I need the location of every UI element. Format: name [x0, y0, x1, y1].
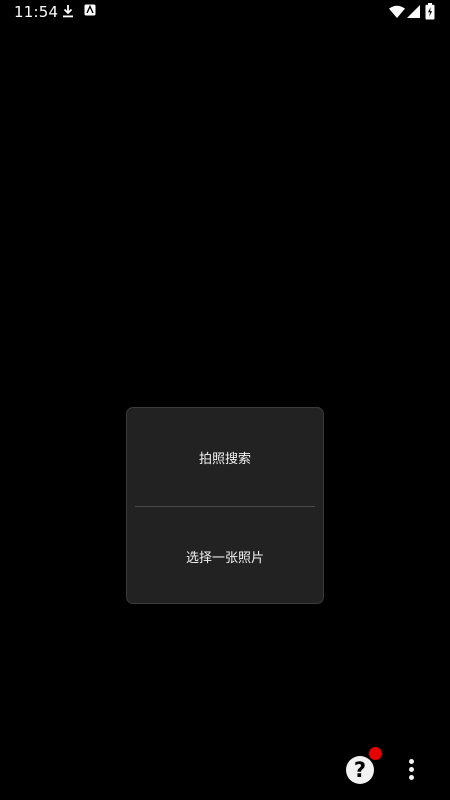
wifi-icon: [389, 5, 405, 18]
take-photo-search-option[interactable]: 拍照搜索: [127, 408, 323, 506]
more-vertical-icon: [409, 759, 414, 764]
photo-source-dialog: 拍照搜索 选择一张照片: [126, 407, 324, 604]
more-options-button[interactable]: [402, 756, 422, 784]
battery-charging-icon: [425, 3, 435, 20]
signal-icon: [407, 5, 420, 18]
download-icon: [63, 5, 73, 18]
more-dot: [409, 767, 414, 772]
notification-badge: [369, 747, 382, 760]
select-photo-option[interactable]: 选择一张照片: [127, 507, 323, 603]
help-button[interactable]: ?: [346, 756, 374, 784]
question-mark-icon: ?: [353, 758, 367, 782]
status-bar: 11:54: [0, 0, 450, 24]
more-dot: [409, 775, 414, 780]
status-time: 11:54: [14, 3, 59, 21]
app-notification-icon: [84, 4, 96, 16]
